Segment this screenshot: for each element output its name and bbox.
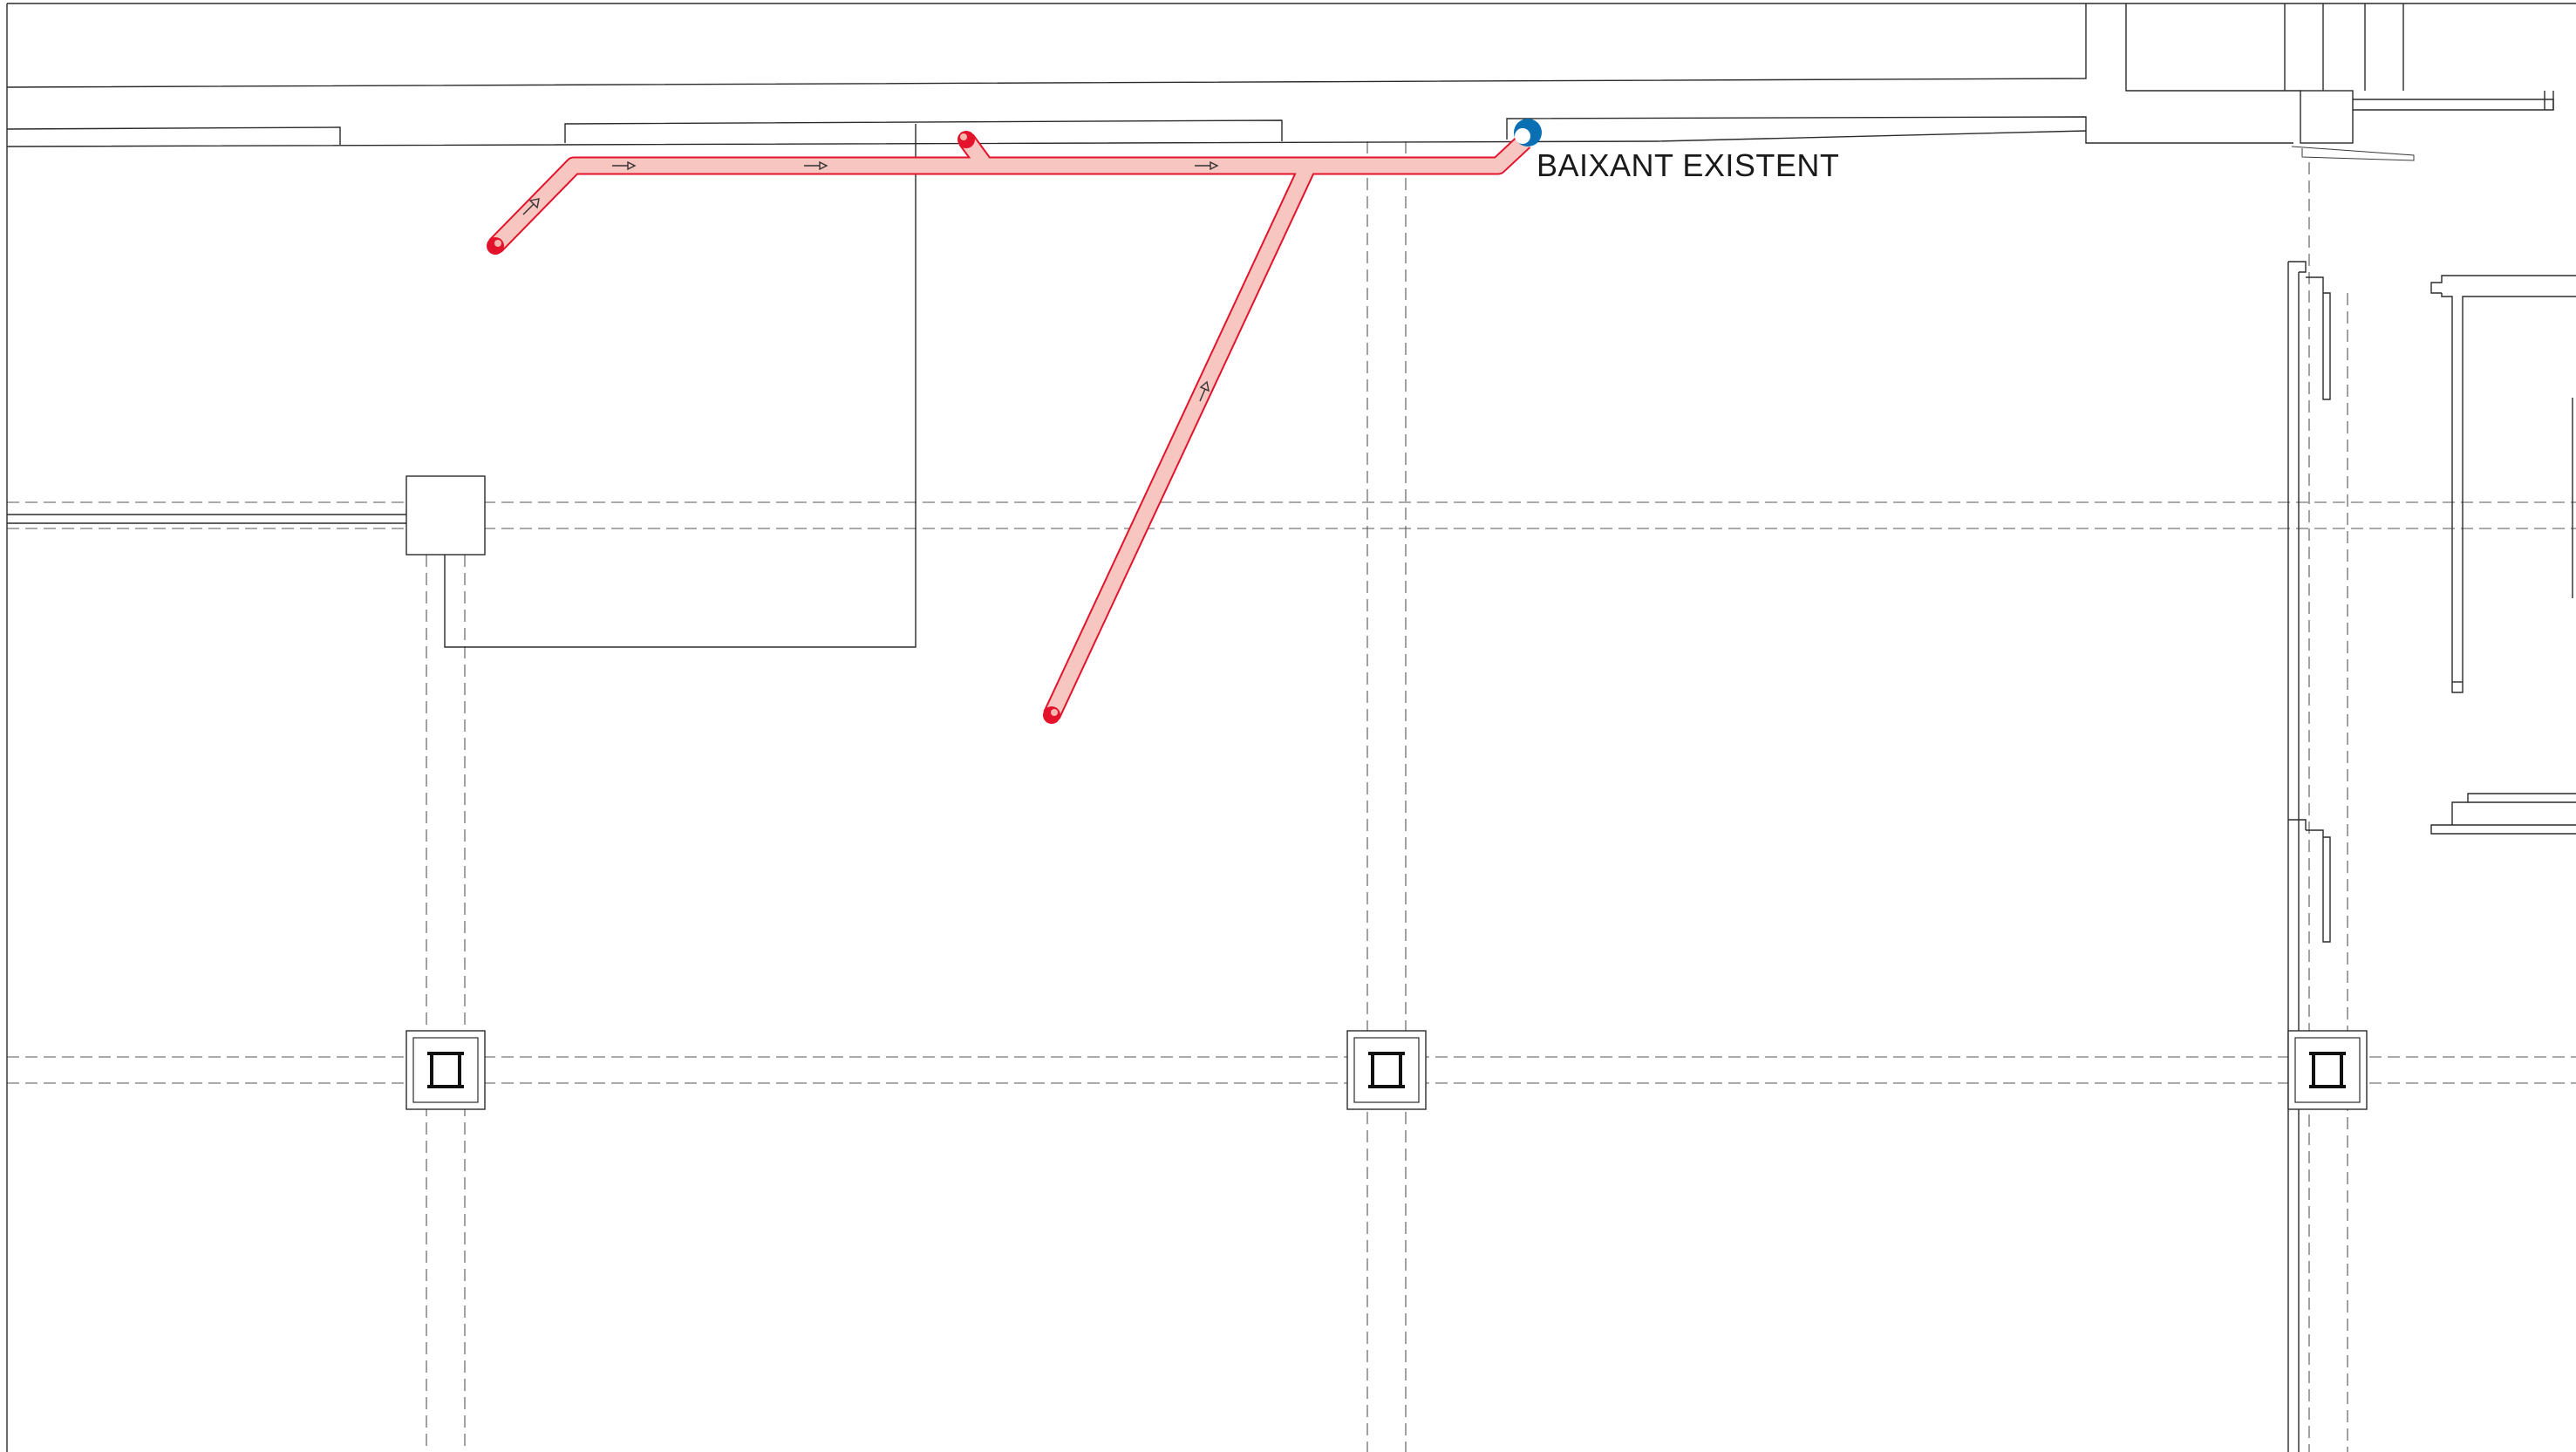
pipe-outline [488, 133, 1531, 719]
drainage-pipe-network [487, 131, 1531, 724]
column-ibeam-icon [1346, 1030, 1427, 1110]
structural-axis-grid [7, 141, 2576, 1452]
floor-plan-drawing: BAIXANT EXISTENT [6, 3, 2576, 1452]
existing-downpipe-icon [1514, 119, 1542, 147]
pipe-end-cap [957, 131, 975, 148]
pipe-end-cap [1043, 706, 1060, 724]
structural-columns [405, 1030, 2368, 1110]
pipe-end-cap [487, 237, 504, 255]
downpipe-label: BAIXANT EXISTENT [1537, 147, 1839, 183]
column-ibeam-icon [405, 1030, 486, 1110]
column-ibeam-icon [2287, 1030, 2368, 1110]
pipe-fill [489, 134, 1530, 719]
